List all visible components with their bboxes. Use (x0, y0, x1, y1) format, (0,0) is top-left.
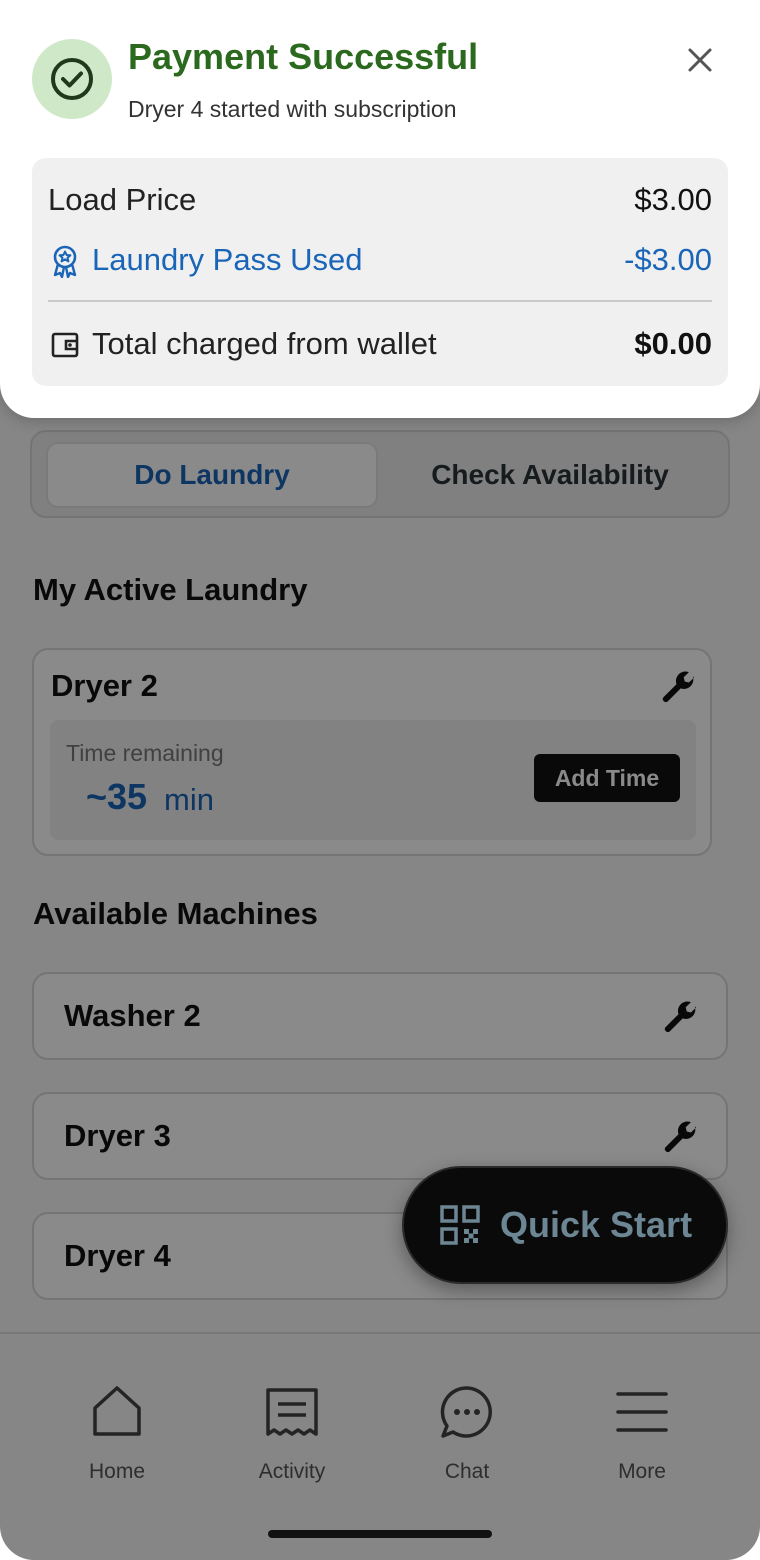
quick-start-label: Quick Start (500, 1204, 693, 1245)
load-price-value: $3.00 (634, 182, 712, 217)
tab-label: Chat (444, 1460, 490, 1483)
active-laundry-card[interactable]: Dryer 2 Time remaining ~35 min Add Time (32, 648, 712, 856)
tab-more[interactable]: More (582, 1384, 702, 1484)
wrench-icon[interactable] (662, 1118, 698, 1154)
machine-name: Dryer 4 (64, 1238, 171, 1273)
available-machines-heading: Available Machines (33, 896, 318, 931)
chat-icon (440, 1386, 492, 1438)
add-time-button[interactable]: Add Time (534, 754, 680, 802)
qr-code-icon (440, 1205, 480, 1245)
tab-home[interactable]: Home (57, 1384, 177, 1484)
menu-icon (616, 1392, 668, 1432)
total-charged-value: $0.00 (634, 326, 712, 361)
time-remaining-panel: Time remaining ~35 min Add Time (50, 720, 696, 840)
award-badge-icon (53, 245, 77, 278)
active-machine-name: Dryer 2 (51, 668, 158, 703)
receipt-icon (266, 1388, 318, 1436)
machine-card-washer-2[interactable]: Washer 2 (32, 972, 728, 1060)
laundry-pass-value: -$3.00 (624, 242, 712, 277)
home-icon (93, 1386, 141, 1436)
active-laundry-heading: My Active Laundry (33, 572, 308, 607)
payment-summary: Load Price $3.00 Laundry Pass Used -$3.0… (32, 158, 728, 386)
load-price-label: Load Price (48, 182, 197, 217)
laundry-pass-label: Laundry Pass Used (92, 242, 363, 277)
success-badge (32, 39, 112, 119)
time-remaining-unit: min (164, 782, 214, 817)
machine-name: Washer 2 (64, 998, 201, 1033)
wrench-icon[interactable] (662, 998, 698, 1034)
check-circle-icon (51, 58, 93, 100)
payment-success-sheet: Payment Successful Dryer 4 started with … (0, 0, 760, 418)
tab-chat[interactable]: Chat (407, 1384, 527, 1484)
time-remaining-label: Time remaining (66, 740, 224, 766)
tab-label: Activity (258, 1460, 326, 1483)
tab-do-laundry[interactable]: Do Laundry (46, 442, 378, 508)
machine-name: Dryer 3 (64, 1118, 171, 1153)
tab-activity[interactable]: Activity (232, 1384, 352, 1484)
summary-divider (48, 300, 712, 302)
tab-label: More (618, 1460, 666, 1483)
close-icon[interactable] (680, 40, 720, 80)
time-remaining-value: ~35 (86, 776, 148, 817)
tab-check-availability[interactable]: Check Availability (382, 442, 718, 508)
payment-title: Payment Successful (128, 36, 479, 77)
wallet-icon (51, 332, 79, 358)
wrench-icon[interactable] (660, 668, 696, 704)
quick-start-button[interactable]: Quick Start (402, 1166, 728, 1284)
tab-label: Home (88, 1460, 146, 1483)
total-charged-label: Total charged from wallet (92, 326, 437, 361)
mode-segmented-control: Do Laundry Check Availability (30, 430, 730, 518)
bottom-tab-bar: Home Activity Chat More (0, 1332, 760, 1560)
home-indicator (268, 1530, 492, 1538)
payment-subtitle: Dryer 4 started with subscription (128, 96, 457, 122)
